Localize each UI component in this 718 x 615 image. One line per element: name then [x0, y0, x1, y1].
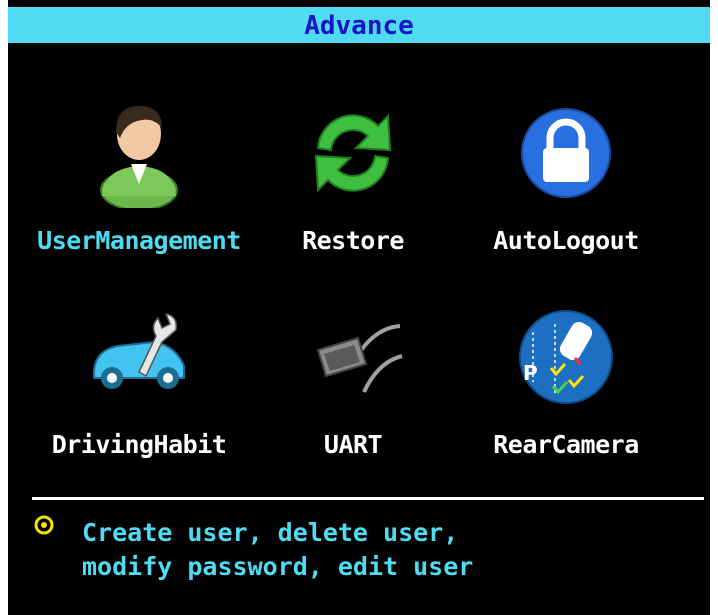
title-bar: Advance [8, 7, 710, 43]
menu-item-label: RearCamera [493, 430, 639, 459]
advance-screen: Advance UserManagement Restore AutoLogou… [8, 0, 710, 615]
menu-item-restore[interactable]: Restore [233, 98, 473, 268]
car-wrench-icon [93, 313, 185, 389]
menu-item-label: Restore [302, 226, 404, 255]
divider [32, 497, 704, 500]
svg-text:P: P [523, 361, 538, 385]
menu-item-uart[interactable]: UART [233, 302, 473, 472]
page-title: Advance [304, 11, 414, 41]
bulb-indicator-icon [34, 515, 54, 535]
menu-item-label: AutoLogout [493, 226, 639, 255]
lock-icon [521, 108, 611, 198]
menu-item-driving-habit[interactable]: DrivingHabit [19, 302, 259, 472]
menu-item-rear-camera[interactable]: P RearCamera [446, 302, 686, 472]
menu-item-label: UART [323, 430, 383, 459]
restore-icon [314, 113, 392, 193]
help-text-line-1: Create user, delete user, [82, 518, 459, 547]
help-text-line-2: modify password, edit user [82, 552, 474, 581]
parking-camera-icon: P [519, 310, 613, 404]
menu-item-user-management[interactable]: UserManagement [19, 98, 259, 268]
menu-item-label: UserManagement [37, 226, 241, 255]
menu-item-label: DrivingHabit [51, 430, 227, 459]
serial-port-icon [316, 324, 403, 393]
menu-item-auto-logout[interactable]: AutoLogout [446, 98, 686, 268]
user-icon [100, 106, 178, 208]
